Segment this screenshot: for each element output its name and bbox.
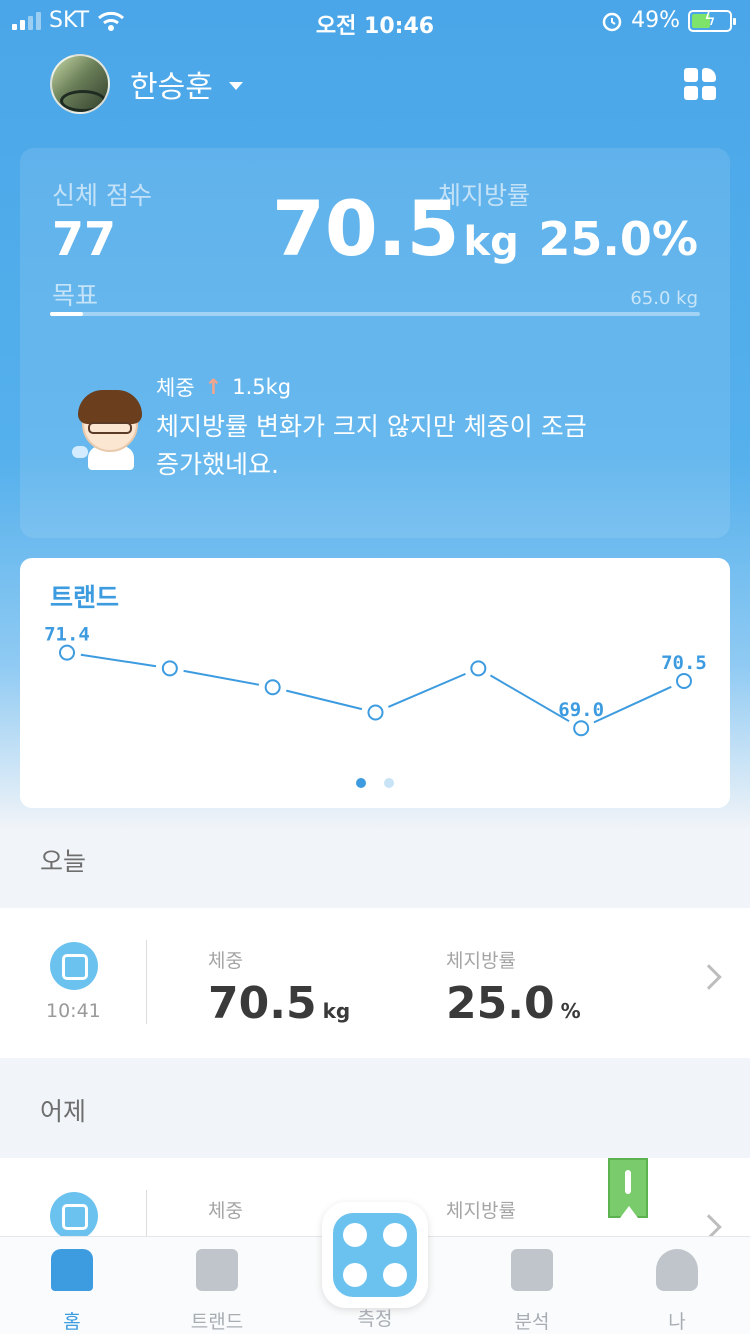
change-label: 체중 [156, 376, 195, 400]
tab-label: 분석 [514, 1311, 550, 1333]
trend-icon [196, 1249, 238, 1291]
scale-icon [333, 1213, 417, 1297]
record-time: 10:41 [46, 1000, 101, 1022]
measure-button[interactable] [322, 1202, 428, 1308]
trend-value-label: 70.5 [661, 652, 707, 674]
profile-header[interactable]: 한승훈 [50, 54, 243, 114]
trend-point [470, 660, 487, 677]
yesterday-fat-label: 체지방률 [446, 1200, 516, 1222]
status-right: 49% ϟ [601, 8, 736, 33]
fat-value: 25.0% [538, 212, 698, 266]
page-dot[interactable] [356, 778, 366, 788]
record-fat: 25.0% [446, 978, 581, 1029]
chevron-right-icon[interactable] [696, 964, 722, 990]
record-fat-label: 체지방률 [446, 950, 516, 972]
scale-icon [50, 942, 98, 990]
score-value: 77 [52, 212, 117, 266]
tab-trend[interactable]: 트랜드 [167, 1249, 267, 1334]
fat-label: 체지방률 [438, 181, 531, 210]
goal-label: 목표 [52, 281, 99, 310]
record-weight: 70.5 kg [208, 978, 350, 1029]
tab-label: 홈 [63, 1311, 81, 1333]
arrow-up-icon: ↑ [204, 375, 223, 399]
tab-me[interactable]: 나 [627, 1249, 727, 1334]
trend-line-segment [80, 653, 157, 668]
record-fat-unit: % [560, 999, 581, 1023]
summary-card: 신체 점수 77 70.5 kg 체지방률 25.0% 목표 65.0 kg 체중… [20, 148, 730, 538]
trend-point [264, 679, 281, 696]
trend-point [676, 672, 692, 689]
trend-value-label: 69.0 [558, 699, 604, 721]
record-fat-value: 25.0 [446, 978, 555, 1029]
weight-change: 체중 ↑ 1.5kg [156, 372, 291, 402]
tab-label: 트랜드 [190, 1311, 244, 1333]
tab-label: 나 [668, 1311, 686, 1333]
change-value: 1.5kg [232, 375, 292, 399]
coach-avatar [72, 388, 152, 472]
page-indicator [20, 778, 730, 788]
weight-value: 70.5 [272, 184, 460, 273]
battery-percent: 49% [631, 8, 680, 33]
divider [146, 940, 147, 1024]
record-weight-value: 70.5 [208, 978, 317, 1029]
dashboard-grid-icon[interactable] [684, 68, 716, 100]
goal-progress-fill [50, 312, 83, 316]
trend-point [161, 660, 178, 677]
section-yesterday: 어제 [40, 1097, 87, 1126]
user-name[interactable]: 한승훈 [130, 62, 213, 106]
trend-line-segment [489, 674, 570, 723]
trend-line-segment [286, 689, 363, 711]
tab-analysis[interactable]: 분석 [482, 1249, 582, 1334]
tab-measure-label: 측정 [357, 1308, 393, 1330]
record-weight-label: 체중 [208, 950, 243, 972]
trend-point [59, 644, 75, 661]
guide-bookmark-icon[interactable] [608, 1158, 648, 1218]
trend-point [573, 720, 590, 737]
alarm-icon [602, 12, 622, 31]
page-dot[interactable] [384, 778, 394, 788]
trend-line-segment [593, 685, 672, 724]
yesterday-weight-label: 체중 [208, 1200, 243, 1222]
goal-value: 65.0 kg [630, 288, 698, 309]
trend-value-label: 71.4 [44, 624, 90, 646]
tab-home[interactable]: 홈 [22, 1249, 122, 1334]
battery-icon: ϟ [688, 9, 736, 32]
scale-icon [50, 1192, 98, 1240]
person-icon [656, 1249, 698, 1291]
analysis-icon [511, 1249, 553, 1291]
trend-card[interactable]: 트랜드 71.4 69.0 70.5 [20, 558, 730, 808]
today-record[interactable]: 10:41 체중 70.5 kg 체지방률 25.0% [0, 908, 750, 1058]
coach-message: 체지방률 변화가 크지 않지만 체중이 조금 증가했네요. [156, 412, 587, 479]
record-weight-unit: kg [322, 999, 351, 1023]
trend-line-segment [183, 669, 260, 686]
trend-line-segment [387, 672, 466, 708]
score-label: 신체 점수 [52, 181, 152, 210]
goal-progress-bar [50, 312, 700, 316]
status-bar: SKT 오전 10:46 49% ϟ [0, 0, 750, 40]
weight-unit: kg [463, 219, 519, 265]
chevron-down-icon[interactable] [228, 82, 243, 90]
trend-chart: 71.4 69.0 70.5 [44, 624, 707, 737]
home-icon [51, 1249, 93, 1291]
trend-point [367, 704, 384, 721]
avatar[interactable] [50, 54, 110, 114]
section-today: 오늘 [40, 847, 87, 876]
